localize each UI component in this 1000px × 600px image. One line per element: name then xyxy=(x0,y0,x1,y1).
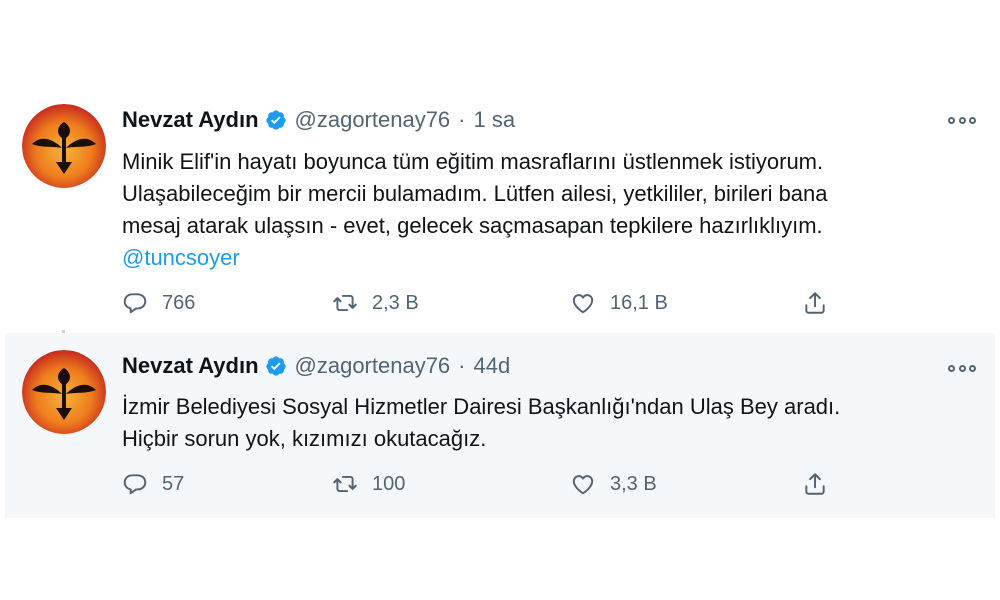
tweet-actions: 57 100 3,3 B xyxy=(122,469,842,499)
tweet-time[interactable]: 44d xyxy=(474,353,511,379)
author-name[interactable]: Nevzat Aydın xyxy=(122,353,259,379)
separator-dot: · xyxy=(458,107,466,132)
like-count: 3,3 B xyxy=(610,472,657,495)
author-name[interactable]: Nevzat Aydın xyxy=(122,107,259,133)
verified-badge-icon xyxy=(265,110,286,130)
tweet-line: Hiçbir sorun yok, kızımızı okutacağız. xyxy=(122,426,487,451)
separator-dot: · xyxy=(458,353,466,378)
like-count: 16,1 B xyxy=(610,291,668,314)
tweet-line: İzmir Belediyesi Sosyal Hizmetler Daires… xyxy=(122,394,841,419)
share-button[interactable] xyxy=(802,288,842,318)
avatar-phoenix-logo xyxy=(22,104,106,188)
retweet-count: 2,3 B xyxy=(372,291,419,314)
share-icon xyxy=(805,473,825,495)
tweet-header: Nevzat Aydın @zagortenay76 · 44d xyxy=(122,351,510,381)
avatar[interactable] xyxy=(22,104,106,188)
reply-button[interactable]: 57 xyxy=(122,469,184,499)
tweet-header: Nevzat Aydın @zagortenay76 · 1 sa xyxy=(122,105,515,135)
more-options-icon[interactable] xyxy=(948,363,976,373)
reply-count: 57 xyxy=(162,472,185,495)
verified-badge-icon xyxy=(265,356,286,376)
tweet-line: mesaj atarak ulaşsın - evet, gelecek saç… xyxy=(122,213,823,238)
reply-button[interactable]: 766 xyxy=(122,288,195,318)
tweet-text: İzmir Belediyesi Sosyal Hizmetler Daires… xyxy=(122,391,972,455)
tweet-text: Minik Elif'in hayatı boyunca tüm eğitim … xyxy=(122,146,972,274)
tweet-line: Minik Elif'in hayatı boyunca tüm eğitim … xyxy=(122,149,824,174)
like-button[interactable]: 3,3 B xyxy=(570,469,657,499)
mention-link[interactable]: @tuncsoyer xyxy=(122,242,972,274)
reply-icon xyxy=(123,474,147,495)
share-button[interactable] xyxy=(802,469,842,499)
more-options-icon[interactable] xyxy=(948,115,976,125)
avatar-phoenix-logo xyxy=(22,350,106,434)
retweet-count: 100 xyxy=(372,472,406,495)
tweet-time[interactable]: 1 sa xyxy=(474,107,516,133)
tweet-actions: 766 2,3 B 16,1 B xyxy=(122,288,842,318)
heart-icon xyxy=(572,294,594,314)
like-button[interactable]: 16,1 B xyxy=(570,288,668,318)
heart-icon xyxy=(572,475,594,495)
tweet-line: Ulaşabileceğim bir mercii bulamadım. Lüt… xyxy=(122,181,828,206)
reply-count: 766 xyxy=(162,291,196,314)
retweet-button[interactable]: 100 xyxy=(332,469,405,499)
author-handle[interactable]: @zagortenay76 xyxy=(295,107,451,133)
retweet-button[interactable]: 2,3 B xyxy=(332,288,419,318)
reply-icon xyxy=(123,293,147,314)
retweet-icon xyxy=(333,475,357,493)
author-handle[interactable]: @zagortenay76 xyxy=(295,353,451,379)
tweet-1[interactable]: Nevzat Aydın @zagortenay76 · 1 sa Minik … xyxy=(0,80,1000,330)
tweet-2[interactable]: Nevzat Aydın @zagortenay76 · 44d İzmir B… xyxy=(5,333,995,518)
share-icon xyxy=(805,292,825,314)
avatar[interactable] xyxy=(22,350,106,434)
retweet-icon xyxy=(333,294,357,312)
